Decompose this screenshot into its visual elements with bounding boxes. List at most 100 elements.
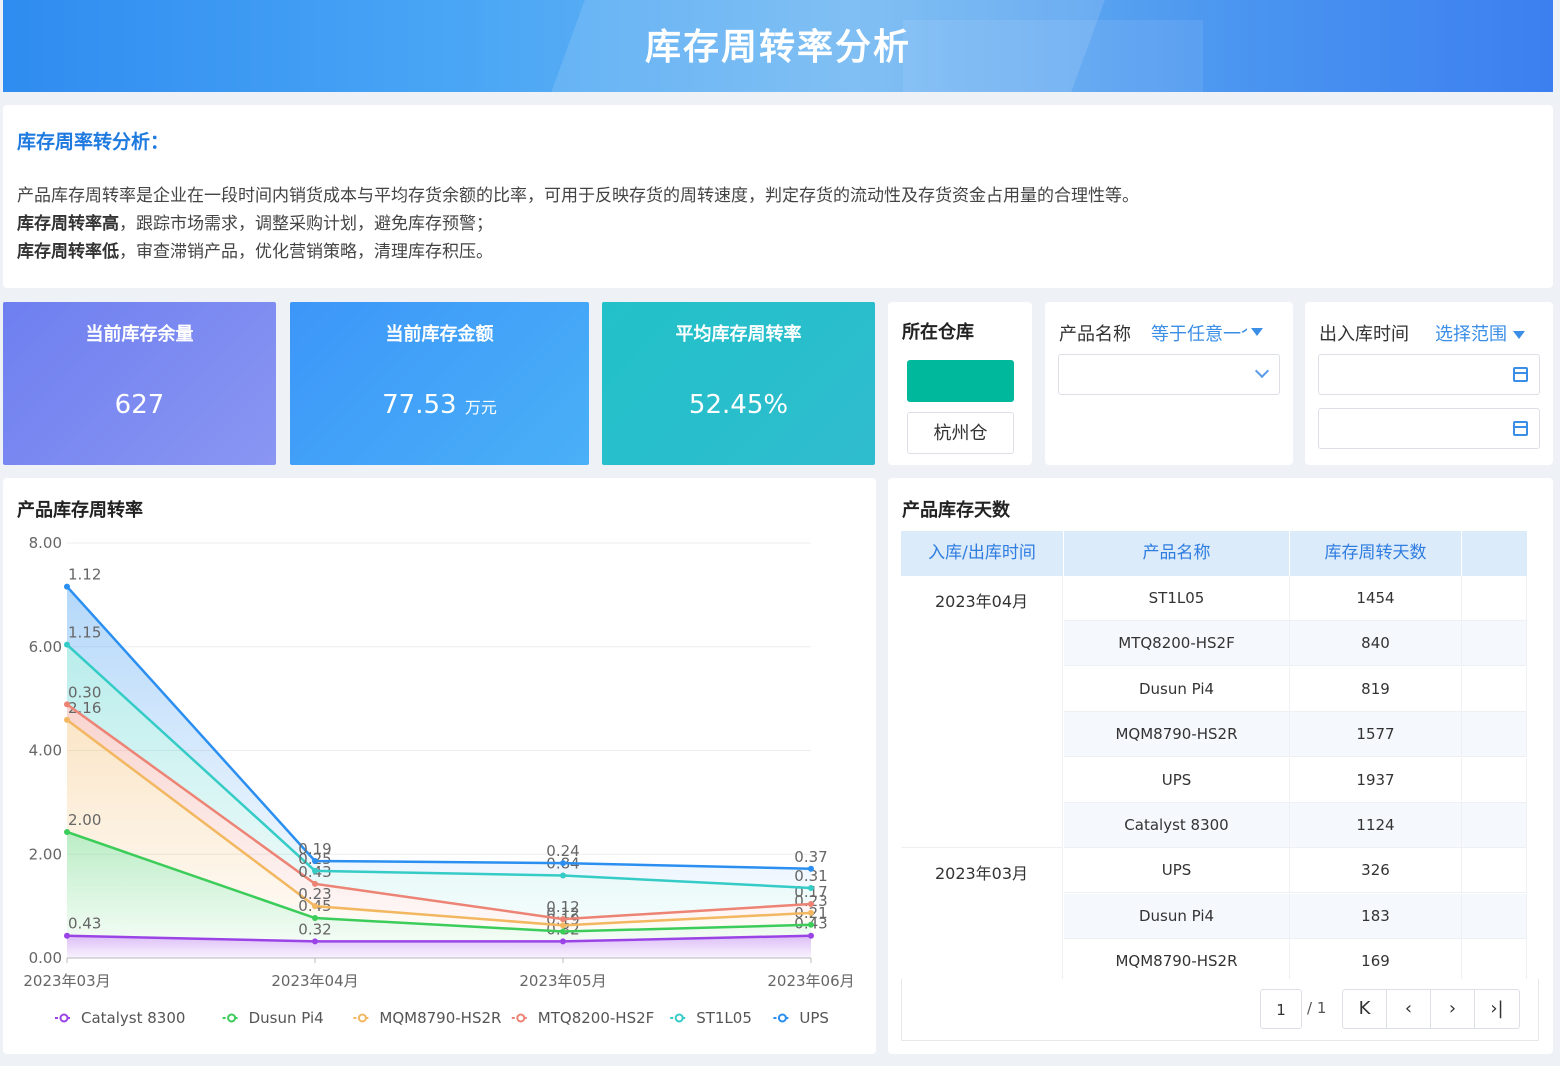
table-row[interactable]: Catalyst 8300 1124: [901, 803, 1527, 848]
pagination: 1 / 1 K ‹ › ›|: [901, 979, 1539, 1041]
empty-cell: [1462, 757, 1527, 803]
table-row[interactable]: MTQ8200-HS2F 840: [901, 621, 1527, 667]
data-point: [560, 916, 566, 923]
data-point: [64, 641, 70, 648]
stock-days-table: 入库/出库时间 产品名称 库存周转天数 2023年04月 ST1L05 1454 MT…: [901, 531, 1527, 979]
kpi-stock-amount: 当前库存金额 77.53 万元: [290, 302, 589, 465]
data-label: 0.24: [546, 842, 579, 860]
table-header: 入库/出库时间 产品名称 库存周转天数: [901, 531, 1527, 576]
calendar-icon[interactable]: [1513, 421, 1528, 436]
legend-dot: [357, 1013, 367, 1023]
intro-title: 库存周率转分析：: [17, 131, 170, 153]
data-point: [312, 938, 318, 945]
intro-bold: 库存周转率高: [17, 214, 119, 234]
date-filter: 出入库时间 选择范围: [1305, 302, 1553, 465]
empty-cell: [1462, 893, 1527, 939]
kpi-number: 77.53: [382, 390, 457, 420]
next-page-button[interactable]: ›: [1431, 990, 1475, 1028]
product-cell: Catalyst 8300: [1064, 803, 1290, 848]
x-tick-label: 2023年05月: [519, 972, 606, 990]
caret-down-icon[interactable]: [1251, 328, 1263, 336]
data-point: [64, 583, 70, 590]
data-label: 0.23: [298, 885, 331, 903]
product-cell: ST1L05: [1064, 576, 1290, 621]
data-label: 0.43: [68, 915, 101, 933]
kpi-value: 77.53 万元: [290, 390, 589, 420]
x-tick-label: 2023年03月: [23, 972, 110, 990]
turnover-chart: 0.00 2.00 4.00 6.00 8.00 2023年03月 2023年04月 2023…: [23, 534, 854, 1027]
days-cell: 1577: [1290, 712, 1462, 758]
column-header-period[interactable]: 入库/出库时间: [901, 531, 1064, 576]
kpi-value: 52.45%: [688, 390, 789, 420]
table-row[interactable]: ST1L05 1454: [901, 576, 1527, 621]
data-label: 0.30: [68, 683, 101, 701]
empty-cell: [1462, 576, 1527, 621]
kpi-label: 当前库存余量: [85, 324, 194, 345]
y-tick-label: 4.00: [29, 742, 62, 760]
product-cell: MTQ8200-HS2F: [1064, 621, 1290, 667]
chevron-down-icon: [1254, 363, 1270, 379]
warehouse-filter: 所在仓库 杭州仓: [888, 302, 1032, 465]
data-point: [312, 903, 318, 910]
days-cell: 183: [1290, 893, 1462, 939]
caret-down-icon: [1513, 331, 1525, 339]
column-header-days[interactable]: 库存周转天数: [1290, 531, 1462, 576]
data-label: 2.00: [68, 811, 101, 829]
days-cell: 819: [1290, 666, 1462, 712]
last-page-button[interactable]: ›|: [1475, 990, 1519, 1028]
days-cell: 169: [1290, 939, 1462, 979]
days-cell: 1124: [1290, 803, 1462, 848]
prev-page-button[interactable]: ‹: [1387, 990, 1431, 1028]
data-point: [64, 828, 70, 835]
table-row[interactable]: Dusun Pi4 819: [901, 666, 1527, 712]
kpi-avg-turnover: 平均库存周转率 52.45%: [602, 302, 875, 465]
chart-title: 产品库存周转率: [17, 500, 143, 521]
kpi-label: 平均库存周转率: [675, 324, 802, 345]
data-point: [312, 880, 318, 887]
y-tick-label: 8.00: [29, 534, 62, 552]
date-filter-operator[interactable]: 选择范围: [1435, 320, 1525, 346]
table-row[interactable]: Dusun Pi4 183: [901, 893, 1527, 939]
legend-dot: [777, 1013, 787, 1023]
y-tick-label: 2.00: [29, 845, 62, 863]
table-row[interactable]: UPS 1937: [901, 757, 1527, 803]
data-point: [312, 915, 318, 922]
data-point: [808, 909, 814, 916]
warehouse-option-selected[interactable]: [907, 360, 1014, 402]
data-point: [312, 857, 318, 864]
page-buttons: K ‹ › ›|: [1342, 989, 1520, 1029]
first-page-button[interactable]: K: [1343, 990, 1387, 1028]
intro-line: 库存周转率高，跟踪市场需求，调整采购计划，避免库存预警；: [17, 209, 493, 234]
stock-days-panel: 产品库存天数 入库/出库时间 产品名称 库存周转天数 2023年04月 ST1L0…: [888, 478, 1553, 1054]
product-cell: MQM8790-HS2R: [1064, 939, 1290, 979]
legend-label: MTQ8200-HS2F: [538, 1009, 654, 1027]
warehouse-option-hangzhou[interactable]: 杭州仓: [907, 412, 1014, 454]
table-row[interactable]: MQM8790-HS2R 169: [901, 939, 1527, 979]
page-total: / 1: [1307, 999, 1327, 1017]
date-end-input[interactable]: [1318, 408, 1540, 449]
intro-panel: 库存周率转分析： 产品库存周转率是企业在一段时间内销货成本与平均存货余额的比率，…: [3, 105, 1553, 288]
table-row[interactable]: UPS 326: [901, 848, 1527, 894]
table-row[interactable]: MQM8790-HS2R 1577: [901, 712, 1527, 758]
column-header-product[interactable]: 产品名称: [1064, 531, 1290, 576]
operator-text: 等于任意一个: [1151, 324, 1247, 345]
data-label: 0.12: [546, 898, 579, 916]
product-filter-operator[interactable]: 等于任意一个: [1151, 320, 1247, 346]
legend-dot: [674, 1013, 684, 1023]
data-point: [560, 872, 566, 879]
data-point: [808, 865, 814, 872]
data-point: [560, 938, 566, 945]
data-point: [312, 867, 318, 874]
legend-dot: [59, 1013, 69, 1023]
date-start-input[interactable]: [1318, 354, 1540, 395]
product-select[interactable]: [1058, 354, 1280, 395]
calendar-icon[interactable]: [1513, 367, 1528, 382]
page-input[interactable]: 1: [1260, 989, 1302, 1029]
page-title: 库存周转率分析: [644, 27, 911, 68]
empty-cell: [1462, 848, 1527, 894]
product-cell: UPS: [1064, 757, 1290, 803]
days-cell: 326: [1290, 848, 1462, 894]
warehouse-label: 所在仓库: [902, 322, 974, 343]
product-cell: Dusun Pi4: [1064, 893, 1290, 939]
days-cell: 1937: [1290, 757, 1462, 803]
